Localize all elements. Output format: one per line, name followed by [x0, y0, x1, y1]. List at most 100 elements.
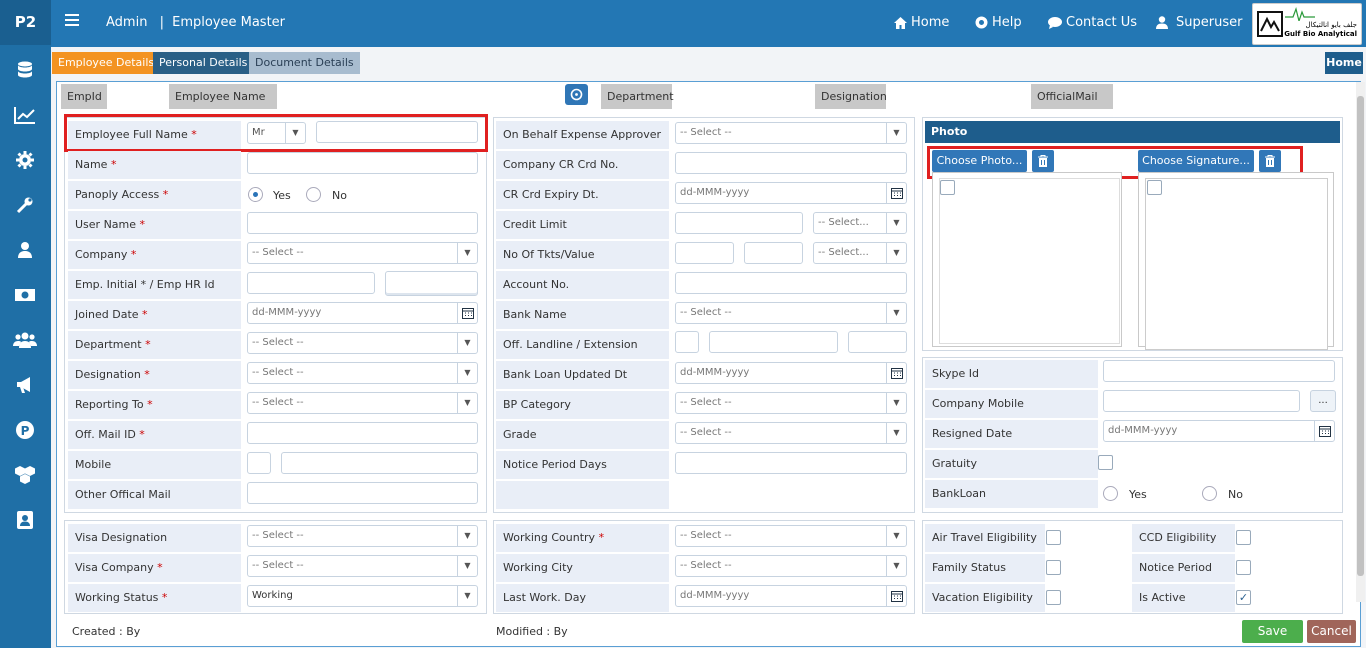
label-company-text: Company [75, 248, 128, 261]
cancel-button[interactable]: Cancel [1307, 620, 1356, 643]
save-button[interactable]: Save [1242, 620, 1303, 643]
megaphone-icon[interactable] [13, 373, 37, 397]
behalf-approver-select[interactable]: -- Select -- ▼ [675, 122, 907, 144]
skype-input[interactable] [1103, 360, 1335, 382]
mobile-code-input[interactable] [247, 452, 271, 474]
credit-limit-input[interactable] [675, 212, 803, 234]
users-icon[interactable] [13, 328, 37, 352]
notice-period-checkbox[interactable] [1236, 560, 1251, 575]
user-icon[interactable] [13, 238, 37, 262]
company-mobile-input[interactable] [1103, 390, 1300, 412]
visa-company-select[interactable]: -- Select -- ▼ [247, 555, 478, 577]
bankloan-yes-radio[interactable] [1103, 486, 1118, 501]
visa-designation-select[interactable]: -- Select -- ▼ [247, 525, 478, 547]
working-city-select[interactable]: -- Select -- ▼ [675, 555, 907, 577]
calendar-icon[interactable] [886, 363, 906, 383]
mobile-input[interactable] [281, 452, 478, 474]
tab-document-details[interactable]: Document Details [249, 52, 360, 74]
vacation-checkbox[interactable] [1046, 590, 1061, 605]
header-department[interactable]: Department [601, 84, 674, 109]
empty-label [496, 481, 669, 509]
photo-inner [939, 178, 1120, 344]
chevron-down-icon: ▼ [886, 123, 906, 143]
emp-initial-input[interactable] [247, 272, 375, 294]
is-active-checkbox[interactable]: ✓ [1236, 590, 1251, 605]
grade-select[interactable]: -- Select -- ▼ [675, 422, 907, 444]
designation-select[interactable]: -- Select -- ▼ [247, 362, 478, 384]
ccd-checkbox[interactable] [1236, 530, 1251, 545]
username-label: Superuser [1176, 15, 1243, 30]
working-country-select[interactable]: -- Select -- ▼ [675, 525, 907, 547]
tkts-currency-select[interactable]: -- Select... ▼ [813, 242, 907, 264]
cr-card-input[interactable] [675, 152, 907, 174]
panoply-no-radio[interactable] [306, 187, 321, 202]
credit-currency-select[interactable]: -- Select... ▼ [813, 212, 907, 234]
refresh-button[interactable] [565, 84, 588, 105]
more-button[interactable]: ... [1310, 390, 1336, 412]
landline-input[interactable] [709, 331, 838, 353]
calendar-icon[interactable] [886, 183, 906, 203]
wrench-icon[interactable] [13, 193, 37, 217]
label-working-status-text: Working Status [75, 591, 159, 604]
emp-hr-id-input[interactable] [385, 271, 478, 296]
bp-category-select[interactable]: -- Select -- ▼ [675, 392, 907, 414]
chart-icon[interactable] [13, 103, 37, 127]
working-status-select[interactable]: Working ▼ [247, 585, 478, 607]
contact-link[interactable]: Contact Us [1048, 15, 1137, 30]
last-day-input[interactable]: dd-MMM-yyyy [675, 585, 907, 607]
calendar-icon[interactable] [1314, 421, 1334, 441]
svg-text:P: P [21, 424, 30, 438]
username-input[interactable] [247, 212, 478, 234]
resigned-date-input[interactable]: dd-MMM-yyyy [1103, 420, 1335, 442]
company-select[interactable]: -- Select -- ▼ [247, 242, 478, 264]
panoply-yes-label: Yes [273, 189, 291, 202]
off-mail-input[interactable] [247, 422, 478, 444]
family-status-checkbox[interactable] [1046, 560, 1061, 575]
cubes-icon[interactable] [13, 463, 37, 487]
gear-icon[interactable] [13, 148, 37, 172]
header-designation[interactable]: Designation [815, 84, 887, 109]
vertical-scrollbar[interactable] [1356, 82, 1365, 602]
tab-employee-details[interactable]: Employee Details [52, 52, 161, 74]
bankloan-no-radio[interactable] [1202, 486, 1217, 501]
air-travel-checkbox[interactable] [1046, 530, 1061, 545]
gratuity-checkbox[interactable] [1098, 455, 1113, 470]
help-icon [975, 16, 988, 29]
landline-code-input[interactable] [675, 331, 699, 353]
tab-personal-details[interactable]: Personal Details [153, 52, 254, 74]
department-select[interactable]: -- Select -- ▼ [247, 332, 478, 354]
hamburger-menu-icon[interactable] [65, 14, 79, 27]
chevron-down-icon: ▼ [457, 586, 477, 606]
home-button[interactable]: Home [1325, 52, 1363, 74]
help-link[interactable]: Help [975, 15, 1022, 30]
money-icon[interactable] [13, 283, 37, 307]
database-icon[interactable] [13, 58, 37, 82]
contact-card-icon[interactable] [13, 508, 37, 532]
label-bank: Bank Name [496, 301, 669, 329]
bankloan-date-input[interactable]: dd-MMM-yyyy [675, 362, 907, 384]
notice-days-input[interactable] [675, 452, 907, 474]
tkts-value-input[interactable] [744, 242, 803, 264]
panoply-yes-radio[interactable] [248, 187, 263, 202]
header-empid[interactable]: EmpId [61, 84, 107, 109]
label-behalf: On Behalf Expense Approver [496, 121, 669, 149]
parking-icon[interactable]: P [13, 418, 37, 442]
user-menu[interactable]: Superuser [1156, 15, 1242, 30]
name-input[interactable] [247, 152, 478, 174]
other-mail-input[interactable] [247, 482, 478, 504]
reporting-to-select[interactable]: -- Select -- ▼ [247, 392, 478, 414]
header-officialmail[interactable]: OfficialMail [1031, 84, 1113, 109]
cr-expiry-input[interactable]: dd-MMM-yyyy [675, 182, 907, 204]
calendar-icon[interactable] [886, 586, 906, 606]
header-employee-name[interactable]: Employee Name [169, 84, 277, 109]
app-logo[interactable]: P2 [0, 0, 51, 45]
extension-input[interactable] [848, 331, 907, 353]
account-input[interactable] [675, 272, 907, 294]
chevron-down-icon: ▼ [886, 303, 906, 323]
tkts-count-input[interactable] [675, 242, 734, 264]
home-link[interactable]: Home [894, 15, 949, 30]
joined-date-input[interactable]: dd-MMM-yyyy [247, 302, 478, 324]
bank-select[interactable]: -- Select -- ▼ [675, 302, 907, 324]
calendar-icon[interactable] [457, 303, 477, 323]
breadcrumb-root[interactable]: Admin [106, 15, 147, 30]
